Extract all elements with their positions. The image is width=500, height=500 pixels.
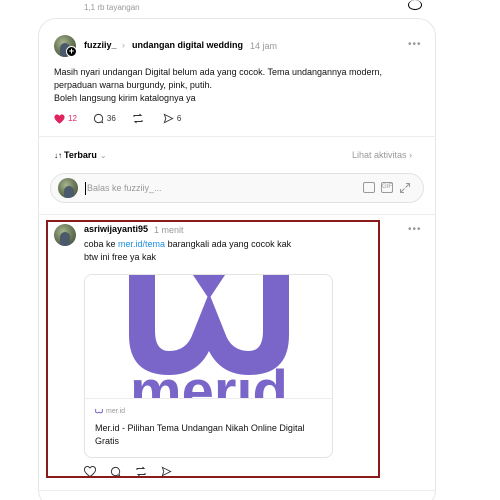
- sort-dropdown[interactable]: ↓↑ Terbaru ⌄: [54, 150, 107, 160]
- post-line: Masih nyari undangan Digital belum ada y…: [54, 67, 383, 77]
- view-activity-link[interactable]: Lihat aktivitas ›: [352, 150, 412, 160]
- post-more-icon[interactable]: •••: [408, 39, 422, 50]
- comment-count: 36: [106, 114, 116, 123]
- divider: [38, 136, 436, 137]
- post-community[interactable]: undangan digital wedding: [132, 40, 243, 50]
- follow-plus-icon[interactable]: +: [66, 46, 77, 57]
- sort-label: Terbaru: [64, 150, 97, 160]
- divider: [38, 214, 436, 215]
- reply-input[interactable]: Balas ke fuzziiy_... GIF: [50, 173, 424, 203]
- expand-icon[interactable]: [399, 182, 411, 194]
- sort-icon: ↓↑: [54, 150, 62, 160]
- send-icon: [163, 113, 174, 124]
- more-options-icon[interactable]: [408, 0, 422, 10]
- like-button[interactable]: 12: [54, 113, 77, 124]
- chevron-right-icon: ›: [409, 150, 413, 160]
- gif-icon[interactable]: GIF: [381, 182, 393, 193]
- activity-label: Lihat aktivitas: [352, 150, 407, 160]
- post-actions: 12 36 6: [54, 113, 197, 124]
- image-icon[interactable]: [363, 182, 375, 193]
- view-count: 1,1 rb tayangan: [84, 3, 140, 12]
- reply-more-icon[interactable]: •••: [408, 224, 422, 235]
- reply-tools: GIF: [363, 182, 411, 194]
- share-count: 6: [176, 114, 182, 123]
- repost-button[interactable]: [132, 113, 147, 124]
- post-author[interactable]: fuzziiy_: [84, 40, 117, 50]
- comment-button[interactable]: 36: [93, 113, 116, 124]
- text-caret: [85, 182, 86, 195]
- post-time: 14 jam: [250, 41, 278, 51]
- chevron-right-icon: ›: [122, 40, 125, 50]
- current-user-avatar: [58, 178, 78, 198]
- repost-icon: [133, 113, 143, 124]
- threads-post-page: 1,1 rb tayangan + fuzziiy_ › undangan di…: [0, 0, 500, 500]
- like-count: 12: [68, 114, 77, 123]
- comment-icon: [93, 113, 104, 124]
- chevron-down-icon: ⌄: [99, 150, 107, 160]
- share-button[interactable]: 6: [163, 113, 181, 124]
- post-line: Boleh langsung kirim katalognya ya: [54, 93, 196, 103]
- post-body: Masih nyari undangan Digital belum ada y…: [54, 66, 414, 105]
- post-line: perpaduan warna burgundy, pink, putih.: [54, 80, 212, 90]
- reply-placeholder: Balas ke fuzziiy_...: [87, 183, 162, 193]
- heart-filled-icon: [54, 113, 65, 124]
- divider: [38, 490, 436, 491]
- highlight-box: [46, 220, 380, 478]
